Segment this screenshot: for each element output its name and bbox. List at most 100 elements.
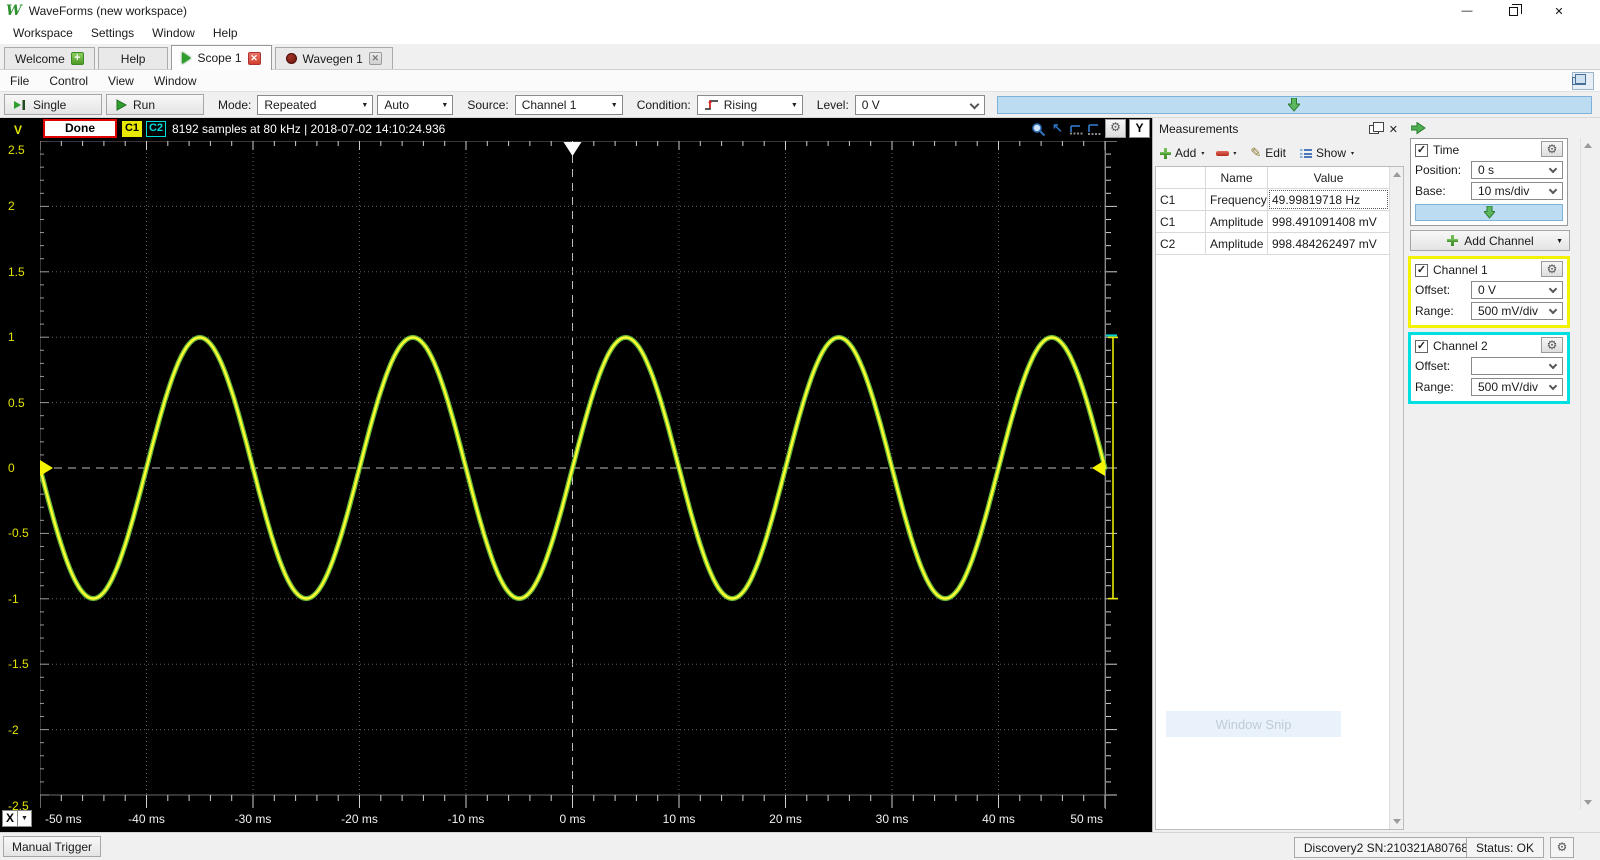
waveform-plot[interactable] bbox=[40, 141, 1125, 809]
measurement-row[interactable]: C1 Frequency 49.99819718 Hz bbox=[1156, 189, 1389, 211]
edit-measurement-label: Edit bbox=[1265, 146, 1286, 160]
scope-menu-view[interactable]: View bbox=[106, 72, 144, 90]
base-combo[interactable]: 10 ms/div bbox=[1471, 181, 1563, 200]
scroll-up-icon[interactable] bbox=[1584, 143, 1592, 148]
tab-scope-close-icon[interactable]: ✕ bbox=[247, 51, 261, 65]
trigger-position-bar[interactable] bbox=[996, 95, 1592, 114]
close-icon: ✕ bbox=[1554, 5, 1564, 18]
channel2-offset-combo[interactable] bbox=[1471, 356, 1563, 375]
measurement-row[interactable]: C1 Amplitude 998.491091408 mV bbox=[1156, 211, 1389, 233]
x-axis-tick-label: -30 ms bbox=[234, 812, 272, 826]
single-icon bbox=[14, 99, 25, 110]
channel2-range-combo[interactable]: 500 mV/div bbox=[1471, 377, 1563, 396]
channel2-badge[interactable]: C2 bbox=[146, 121, 166, 137]
remove-measurement-button[interactable]: ▾ bbox=[1216, 150, 1236, 157]
manual-trigger-button[interactable]: Manual Trigger bbox=[3, 836, 102, 857]
chevron-down-icon bbox=[969, 99, 980, 109]
collapse-sidebar-icon[interactable] bbox=[1411, 122, 1426, 135]
x-axis-tick-label: 20 ms bbox=[769, 812, 802, 826]
menu-item-help[interactable]: Help bbox=[204, 24, 247, 42]
scope-menu-window[interactable]: Window bbox=[152, 72, 207, 90]
menu-item-settings[interactable]: Settings bbox=[82, 24, 143, 42]
run-label: Run bbox=[133, 97, 156, 112]
scope-sidebar: ✓ Time ⚙ Position: 0 s Base: 10 ms/div A… bbox=[1406, 118, 1600, 832]
pointer-tool-icon[interactable]: ↖ bbox=[1052, 120, 1068, 135]
level-combo[interactable]: 0 V bbox=[854, 94, 985, 115]
tab-scope-label: Scope 1 bbox=[197, 51, 242, 65]
gear-icon: ⚙ bbox=[1556, 840, 1568, 854]
menu-item-workspace[interactable]: Workspace bbox=[4, 24, 82, 42]
position-combo[interactable]: 0 s bbox=[1471, 160, 1563, 179]
scroll-down-icon[interactable] bbox=[1584, 800, 1592, 805]
y-axis-tick-label: 0.5 bbox=[8, 395, 25, 410]
add-measurement-button[interactable]: Add ▾ bbox=[1159, 146, 1204, 160]
list-icon bbox=[1299, 148, 1312, 158]
measurements-panel: Measurements ✕ Add ▾ ▾ ✎ Edit Show ▾ Nam… bbox=[1152, 118, 1406, 832]
dropdown-icon: ▼ bbox=[361, 101, 369, 109]
measurements-title: Measurements bbox=[1159, 122, 1239, 136]
channel2-range-value: 500 mV/div bbox=[1478, 379, 1539, 394]
chevron-down-icon bbox=[1548, 164, 1558, 173]
channel1-checkbox[interactable]: ✓ bbox=[1415, 263, 1428, 277]
close-panel-icon[interactable]: ✕ bbox=[1389, 123, 1398, 136]
run-button[interactable]: Run bbox=[106, 94, 204, 115]
time-position-bar[interactable] bbox=[1415, 204, 1563, 221]
app-menubar: Workspace Settings Window Help bbox=[0, 22, 1600, 44]
tab-scope[interactable]: Scope 1 ✕ bbox=[171, 45, 272, 70]
status-indicator: Status: OK bbox=[1465, 837, 1544, 858]
plot-settings-button[interactable]: ⚙ bbox=[1105, 119, 1126, 138]
tab-wavegen[interactable]: Wavegen 1 ✕ bbox=[274, 47, 393, 69]
maximize-button[interactable] bbox=[1490, 0, 1536, 22]
sidebar-scrollbar[interactable] bbox=[1580, 138, 1594, 810]
scope-toolbar: Single Run Mode: Repeated ▼ Auto ▼ Sourc… bbox=[0, 92, 1600, 118]
time-settings-button[interactable]: ⚙ bbox=[1541, 141, 1563, 157]
scope-menu-file[interactable]: File bbox=[8, 72, 39, 90]
channel2-checkbox[interactable]: ✓ bbox=[1415, 339, 1428, 353]
x-axis-tick-label: -10 ms bbox=[447, 812, 485, 826]
add-channel-label: Add Channel bbox=[1464, 233, 1534, 248]
single-button[interactable]: Single bbox=[4, 94, 102, 115]
show-measurement-button[interactable]: Show ▾ bbox=[1299, 146, 1354, 160]
channel2-settings-button[interactable]: ⚙ bbox=[1541, 337, 1563, 353]
tab-welcome[interactable]: Welcome + bbox=[4, 47, 95, 69]
gear-icon: ⚙ bbox=[1110, 120, 1121, 134]
channel1-range-combo[interactable]: 500 mV/div bbox=[1471, 301, 1563, 320]
scope-menu-control[interactable]: Control bbox=[47, 72, 98, 90]
add-channel-button[interactable]: Add Channel ▼ bbox=[1410, 230, 1570, 251]
show-measurement-label: Show bbox=[1315, 146, 1347, 160]
cursor-y-icon[interactable] bbox=[1088, 122, 1104, 136]
add-instrument-icon[interactable]: + bbox=[70, 52, 84, 65]
measurements-scrollbar[interactable] bbox=[1389, 167, 1403, 829]
zoom-tool-icon[interactable] bbox=[1031, 122, 1047, 136]
close-button[interactable]: ✕ bbox=[1536, 0, 1582, 22]
condition-select[interactable]: Rising ▼ bbox=[696, 94, 803, 115]
scroll-up-icon[interactable] bbox=[1393, 172, 1401, 177]
undock-panel-icon[interactable] bbox=[1368, 121, 1384, 134]
acquisition-select[interactable]: Auto ▼ bbox=[377, 94, 454, 115]
channel1-badge[interactable]: C1 bbox=[122, 121, 142, 137]
tab-wavegen-close-icon[interactable]: ✕ bbox=[368, 52, 382, 65]
measurement-value: 998.484262497 mV bbox=[1272, 236, 1377, 251]
window-controls: — ✕ bbox=[1444, 0, 1582, 22]
source-select[interactable]: Channel 1 ▼ bbox=[514, 94, 623, 115]
menu-item-window[interactable]: Window bbox=[143, 24, 204, 42]
dropdown-small-icon: ▾ bbox=[1201, 150, 1205, 157]
minimize-button[interactable]: — bbox=[1444, 0, 1490, 22]
y-axis-tick-label: 1 bbox=[8, 330, 15, 345]
float-window-button[interactable] bbox=[1572, 72, 1594, 90]
y-axis-button[interactable]: Y bbox=[1129, 119, 1150, 138]
edit-measurement-button[interactable]: ✎ Edit bbox=[1250, 145, 1286, 161]
channel1-offset-combo[interactable]: 0 V bbox=[1471, 280, 1563, 299]
channel1-settings-button[interactable]: ⚙ bbox=[1541, 261, 1563, 277]
x-axis-tick-label: 10 ms bbox=[662, 812, 696, 826]
scope-main: V Done C1 C2 8192 samples at 80 kHz | 20… bbox=[0, 118, 1600, 832]
mode-select[interactable]: Repeated ▼ bbox=[257, 94, 374, 115]
device-settings-button[interactable]: ⚙ bbox=[1550, 837, 1574, 858]
cursor-x-icon[interactable] bbox=[1070, 122, 1086, 136]
measurement-channel: C2 bbox=[1156, 233, 1206, 254]
tab-help[interactable]: Help bbox=[97, 47, 169, 69]
scroll-down-icon[interactable] bbox=[1393, 819, 1401, 824]
time-checkbox[interactable]: ✓ bbox=[1415, 143, 1428, 157]
measurement-row[interactable]: C2 Amplitude 998.484262497 mV bbox=[1156, 233, 1389, 255]
condition-label: Condition: bbox=[636, 97, 691, 112]
